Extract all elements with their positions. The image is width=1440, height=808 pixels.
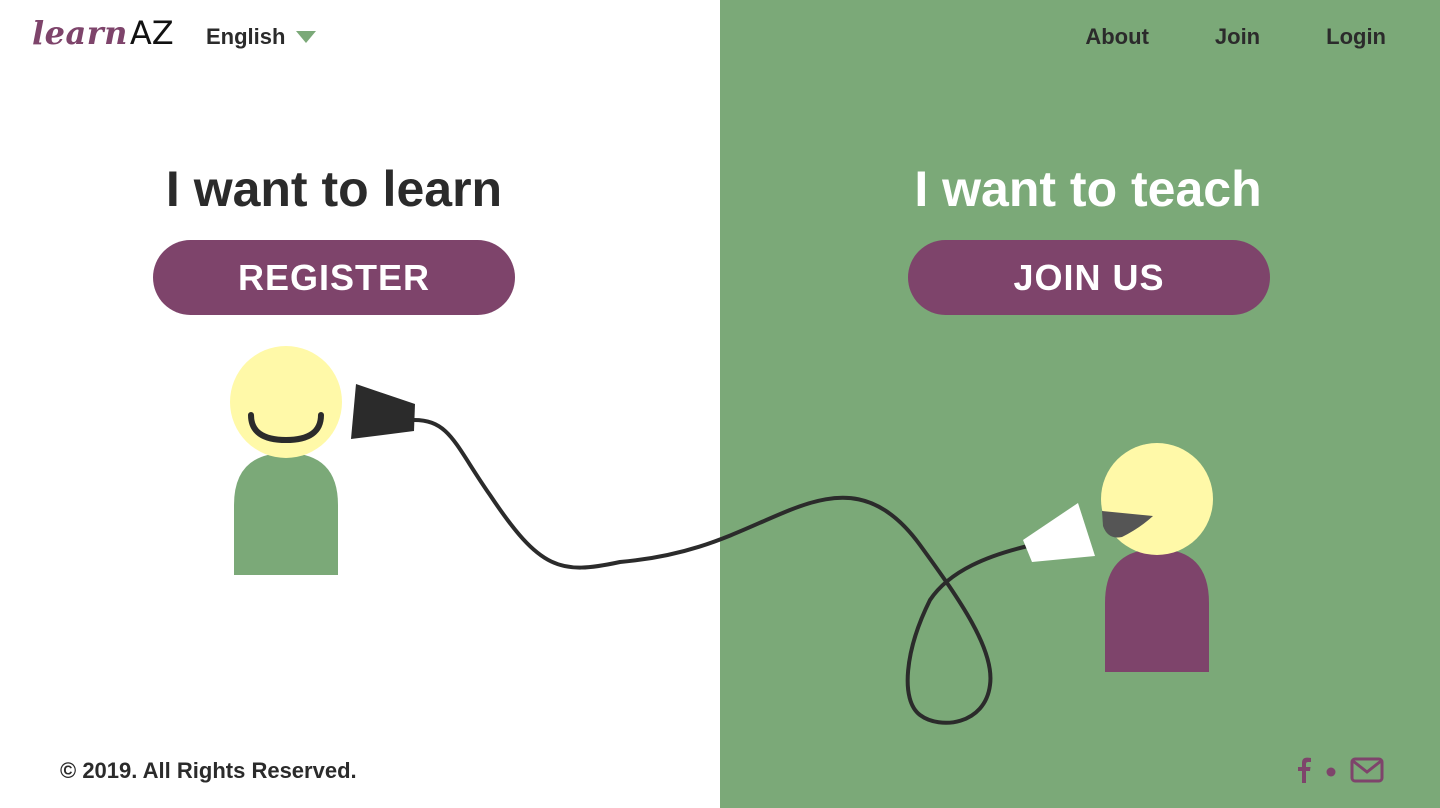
- learner-head: [230, 346, 342, 458]
- nav-about[interactable]: About: [1085, 24, 1149, 50]
- logo-az: AZ: [129, 14, 174, 52]
- mail-icon[interactable]: [1350, 757, 1384, 788]
- facebook-icon[interactable]: [1296, 756, 1312, 789]
- brand-logo[interactable]: learn AZ: [32, 14, 174, 54]
- teach-panel: [720, 0, 1440, 808]
- copyright-text: © 2019. All Rights Reserved.: [60, 758, 357, 783]
- chevron-down-icon: [296, 31, 317, 43]
- nav-login[interactable]: Login: [1326, 24, 1386, 50]
- top-nav: About Join Login: [1019, 24, 1386, 50]
- learn-heading: I want to learn: [165, 161, 503, 217]
- social-links: [1296, 756, 1384, 789]
- dot-separator: [1326, 764, 1336, 782]
- logo-learn: learn: [32, 14, 128, 52]
- language-label: English: [206, 24, 286, 49]
- join-us-button[interactable]: JOIN US: [908, 240, 1270, 315]
- learner-cup: [351, 384, 415, 439]
- language-selector[interactable]: English: [206, 24, 317, 50]
- learner-body: [234, 453, 338, 575]
- learner-smile: [248, 412, 324, 444]
- register-button[interactable]: REGISTER: [153, 240, 515, 315]
- nav-join[interactable]: Join: [1215, 24, 1260, 50]
- teach-heading: I want to teach: [914, 161, 1262, 217]
